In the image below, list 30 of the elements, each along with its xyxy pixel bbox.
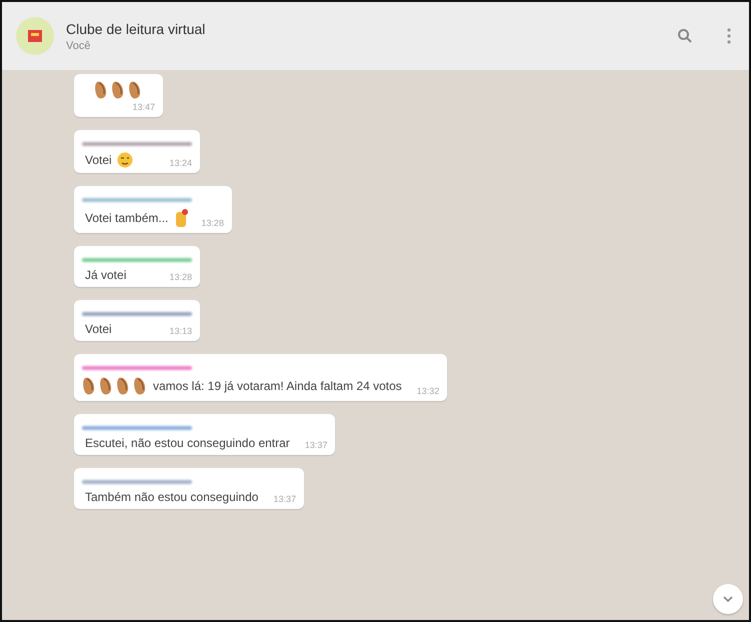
search-icon	[677, 28, 693, 44]
hands-emoji-icon	[116, 376, 131, 396]
message-text: Votei	[85, 153, 112, 167]
message-time: 13:13	[169, 326, 192, 336]
message-time: 13:28	[169, 272, 192, 282]
message-time: 13:37	[273, 494, 296, 504]
hands-emoji-icon	[82, 376, 97, 396]
message-text: Votei também...	[85, 211, 168, 225]
chat-subtitle: Você	[66, 40, 92, 52]
hands-emoji-icon	[94, 80, 109, 100]
hands-emoji-icon	[128, 80, 143, 100]
message-time: 13:32	[416, 386, 440, 396]
group-avatar[interactable]	[16, 17, 54, 55]
message-time: 13:28	[201, 218, 224, 228]
message-text: Escutei, não estou conseguindo entrar	[85, 436, 290, 450]
hands-emoji-icon	[111, 80, 126, 100]
smiley-emoji-icon	[116, 152, 133, 168]
message-text: Votei	[85, 322, 112, 336]
menu-icon	[727, 28, 731, 44]
hands-emoji-icon	[133, 376, 148, 396]
chevron-down-icon	[723, 596, 733, 602]
message-time: 13:24	[169, 158, 192, 168]
emoji-icon	[173, 208, 190, 228]
message-text: Também não estou conseguindo	[85, 490, 258, 504]
message-time: 13:47	[132, 102, 155, 112]
message-text: Já votei	[85, 268, 126, 282]
message-time: 13:37	[304, 440, 328, 450]
message-text: vamos lá: 19 já votaram! Ainda faltam 24 votos	[153, 379, 402, 393]
hands-emoji-icon	[99, 376, 114, 396]
chat-title: Clube de leitura virtual	[66, 20, 206, 36]
